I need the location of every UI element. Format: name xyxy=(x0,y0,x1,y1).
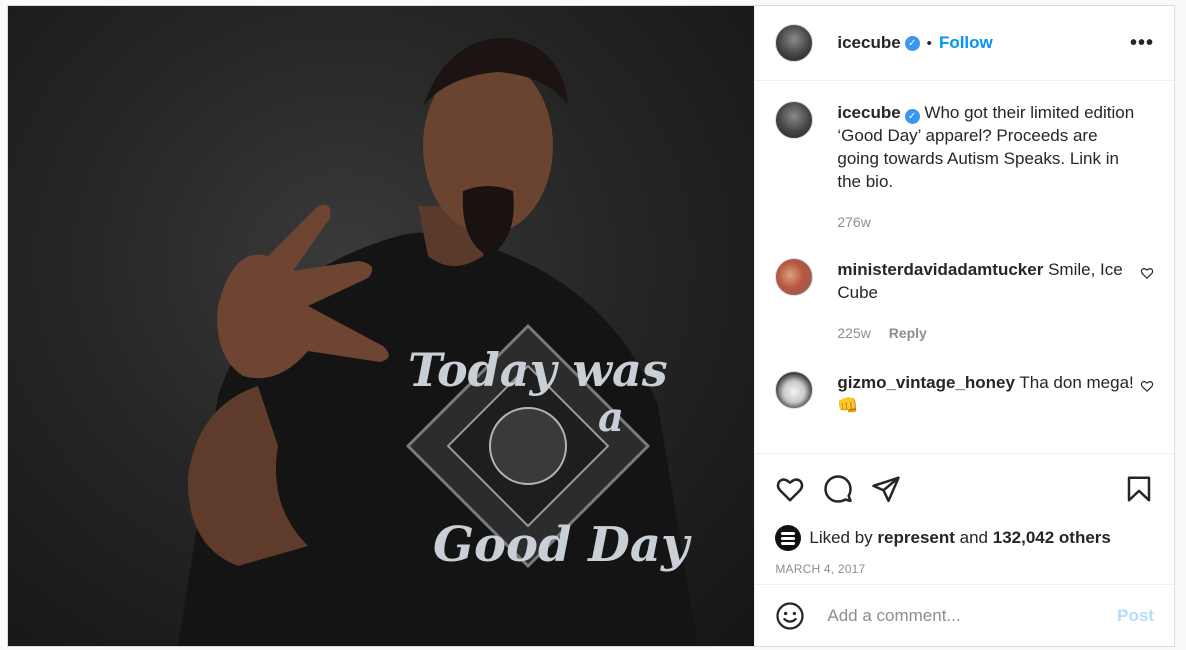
caption-time[interactable]: 276w xyxy=(837,214,870,230)
commenter-avatar[interactable] xyxy=(775,371,814,409)
comment-text: Tha don mega! xyxy=(1019,373,1134,392)
comment-like-heart-icon[interactable] xyxy=(1140,379,1154,393)
liker-username[interactable]: represent xyxy=(877,528,954,548)
comment-icon[interactable] xyxy=(823,474,853,504)
caption: icecube ✓ Who got their limited edition ‘… xyxy=(775,101,1154,234)
post-sidebar: icecube ✓ • Follow ••• icecube ✓ Who got … xyxy=(754,6,1174,646)
liker-avatar[interactable] xyxy=(775,525,802,551)
shirt-text-bottom: Good Day xyxy=(433,517,692,573)
verified-badge-icon: ✓ xyxy=(904,35,920,51)
action-bar xyxy=(755,454,1174,524)
comments-list[interactable]: icecube ✓ Who got their limited edition ‘… xyxy=(755,81,1174,454)
post-modal: Today was a Good Day icecube ✓ • Follow … xyxy=(7,5,1175,647)
caption-avatar[interactable] xyxy=(775,101,814,139)
svg-text:a: a xyxy=(598,394,624,441)
post-comment-button[interactable]: Post xyxy=(1117,606,1154,626)
commenter-avatar[interactable] xyxy=(775,258,814,296)
add-comment-bar: Post xyxy=(755,584,1174,646)
share-icon[interactable] xyxy=(871,474,901,504)
commenter-username[interactable]: gizmo_vintage_honey xyxy=(837,373,1015,392)
shirt-text-top: Today was xyxy=(408,343,668,397)
verified-badge-icon: ✓ xyxy=(904,109,920,124)
fist-emoji: 👊 xyxy=(837,396,859,415)
reply-button[interactable]: Reply xyxy=(889,325,927,341)
author-avatar[interactable] xyxy=(775,24,814,62)
commenter-username[interactable]: ministerdavidadamtucker xyxy=(837,260,1043,279)
heart-icon[interactable] xyxy=(775,474,805,504)
post-header: icecube ✓ • Follow ••• xyxy=(755,6,1174,81)
author-username[interactable]: icecube xyxy=(837,33,900,53)
emoji-icon[interactable] xyxy=(775,601,805,631)
more-options-icon[interactable]: ••• xyxy=(1130,32,1154,55)
post-photo-illustration: Today was a Good Day xyxy=(178,37,698,646)
likes-prefix: Liked by xyxy=(809,528,873,547)
post-image[interactable]: Today was a Good Day xyxy=(8,6,755,646)
comment-input[interactable] xyxy=(825,604,1118,627)
comment-item: gizmo_vintage_honey Tha don mega! 👊 xyxy=(775,371,1154,417)
bookmark-icon[interactable] xyxy=(1124,474,1154,504)
likes-summary: Liked by represent and 132,042 others xyxy=(755,524,1174,552)
likes-conjunction: and xyxy=(959,528,989,547)
caption-username[interactable]: icecube xyxy=(837,103,900,122)
comment-time[interactable]: 225w xyxy=(837,325,870,341)
header-separator: • xyxy=(926,34,932,52)
likes-count[interactable]: 132,042 others xyxy=(993,528,1111,548)
post-date[interactable]: MARCH 4, 2017 xyxy=(755,552,1174,584)
comment-like-heart-icon[interactable] xyxy=(1140,266,1154,280)
comment-item: ministerdavidadamtucker Smile, Ice Cube … xyxy=(775,258,1154,345)
follow-button[interactable]: Follow xyxy=(939,33,993,53)
